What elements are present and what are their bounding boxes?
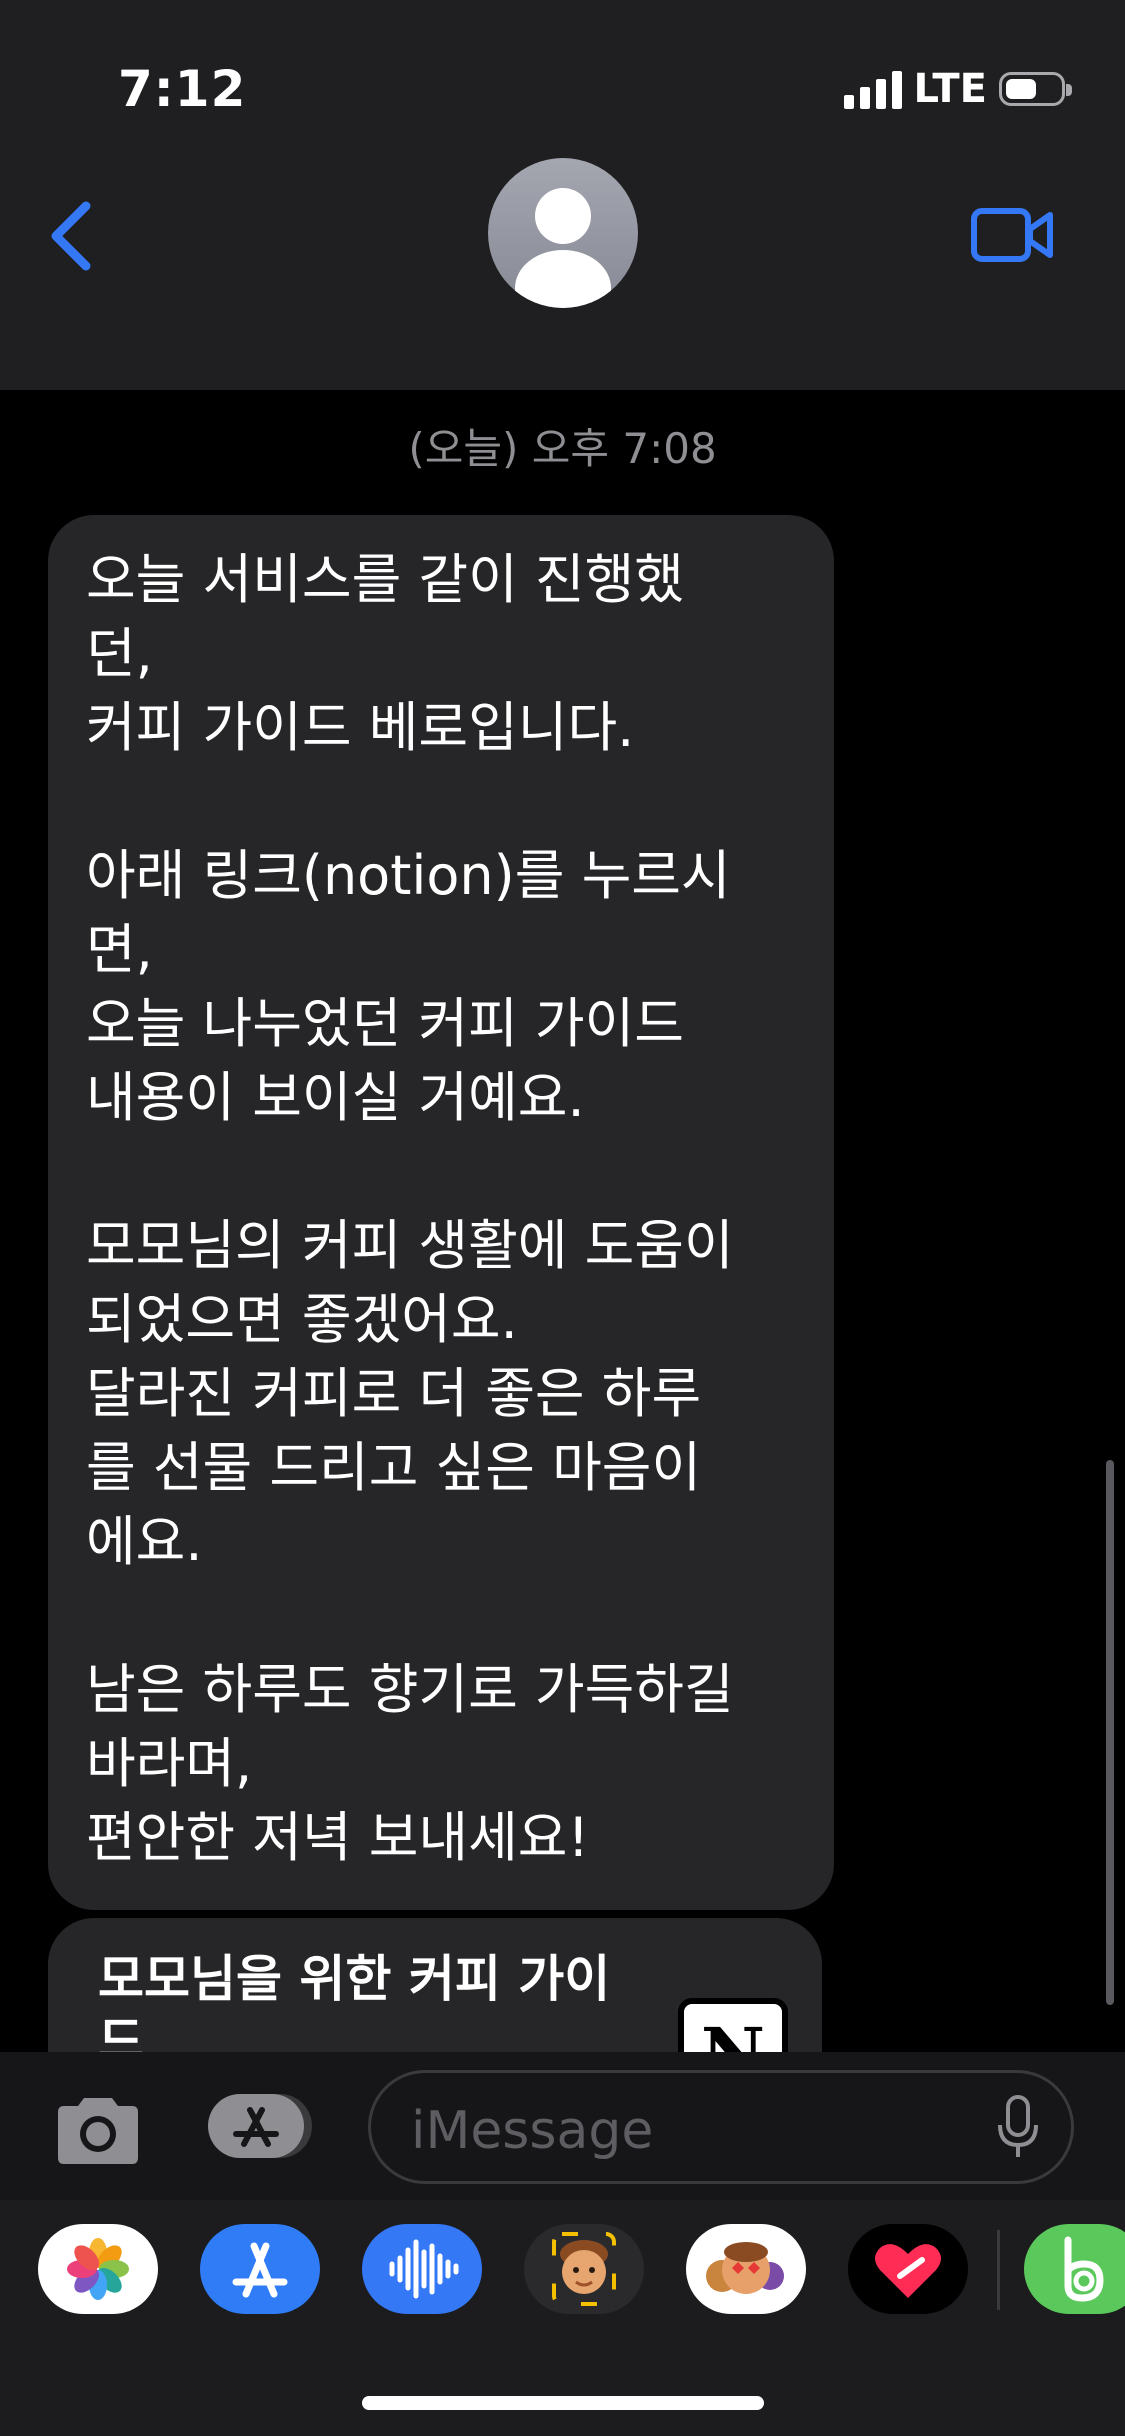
digital-touch-app-icon[interactable] <box>848 2224 968 2314</box>
message-input[interactable]: iMessage <box>368 2070 1074 2184</box>
message-text: 오늘 서비스를 같이 진행했 던, 커피 가이드 베로입니다. 아래 링크(no… <box>86 548 734 1869</box>
compose-bar: iMessage <box>0 2052 1125 2200</box>
home-indicator[interactable] <box>362 2396 764 2410</box>
imessage-app-drawer <box>0 2200 1125 2436</box>
green-b-app-icon[interactable] <box>1024 2224 1125 2314</box>
chevron-left-icon <box>51 201 91 271</box>
memoji-stickers-app-icon[interactable] <box>686 2224 806 2314</box>
back-button[interactable] <box>42 196 102 276</box>
video-camera-icon <box>971 208 1053 262</box>
contact-avatar[interactable] <box>488 158 638 308</box>
letter-b-icon <box>1064 2236 1104 2302</box>
memoji-stickers-icon <box>706 2242 784 2294</box>
battery-icon <box>999 72 1072 106</box>
message-timestamp: (오늘) 오후 7:08 <box>408 424 717 473</box>
network-type: LTE <box>913 66 987 112</box>
app-store-app-icon[interactable] <box>200 2224 320 2314</box>
photos-app-icon[interactable] <box>38 2224 158 2314</box>
conversation-header: 7:12 LTE <box>0 0 1125 390</box>
status-indicators: LTE <box>843 66 1072 112</box>
microphone-icon[interactable] <box>995 2095 1041 2161</box>
camera-button[interactable] <box>52 2094 144 2166</box>
received-message-bubble[interactable]: 오늘 서비스를 같이 진행했 던, 커피 가이드 베로입니다. 아래 링크(no… <box>48 515 834 1910</box>
drawer-divider <box>997 2230 1000 2310</box>
memoji-face-icon <box>552 2232 616 2306</box>
app-store-a-icon <box>232 2242 288 2298</box>
photos-flower-icon <box>67 2238 129 2300</box>
message-input-placeholder: iMessage <box>411 2101 654 2161</box>
facetime-video-button[interactable] <box>970 205 1056 265</box>
memoji-camera-app-icon[interactable] <box>524 2224 644 2314</box>
cellular-signal-icon <box>843 69 902 109</box>
apps-button[interactable] <box>206 2090 318 2162</box>
status-time: 7:12 <box>118 60 247 118</box>
audio-message-app-icon[interactable] <box>362 2224 482 2314</box>
person-icon <box>515 188 611 308</box>
app-store-icon <box>208 2094 312 2158</box>
scrollbar[interactable] <box>1106 1460 1114 2005</box>
camera-icon <box>58 2098 138 2164</box>
waveform-icon <box>389 2239 459 2299</box>
heart-icon <box>875 2244 941 2298</box>
